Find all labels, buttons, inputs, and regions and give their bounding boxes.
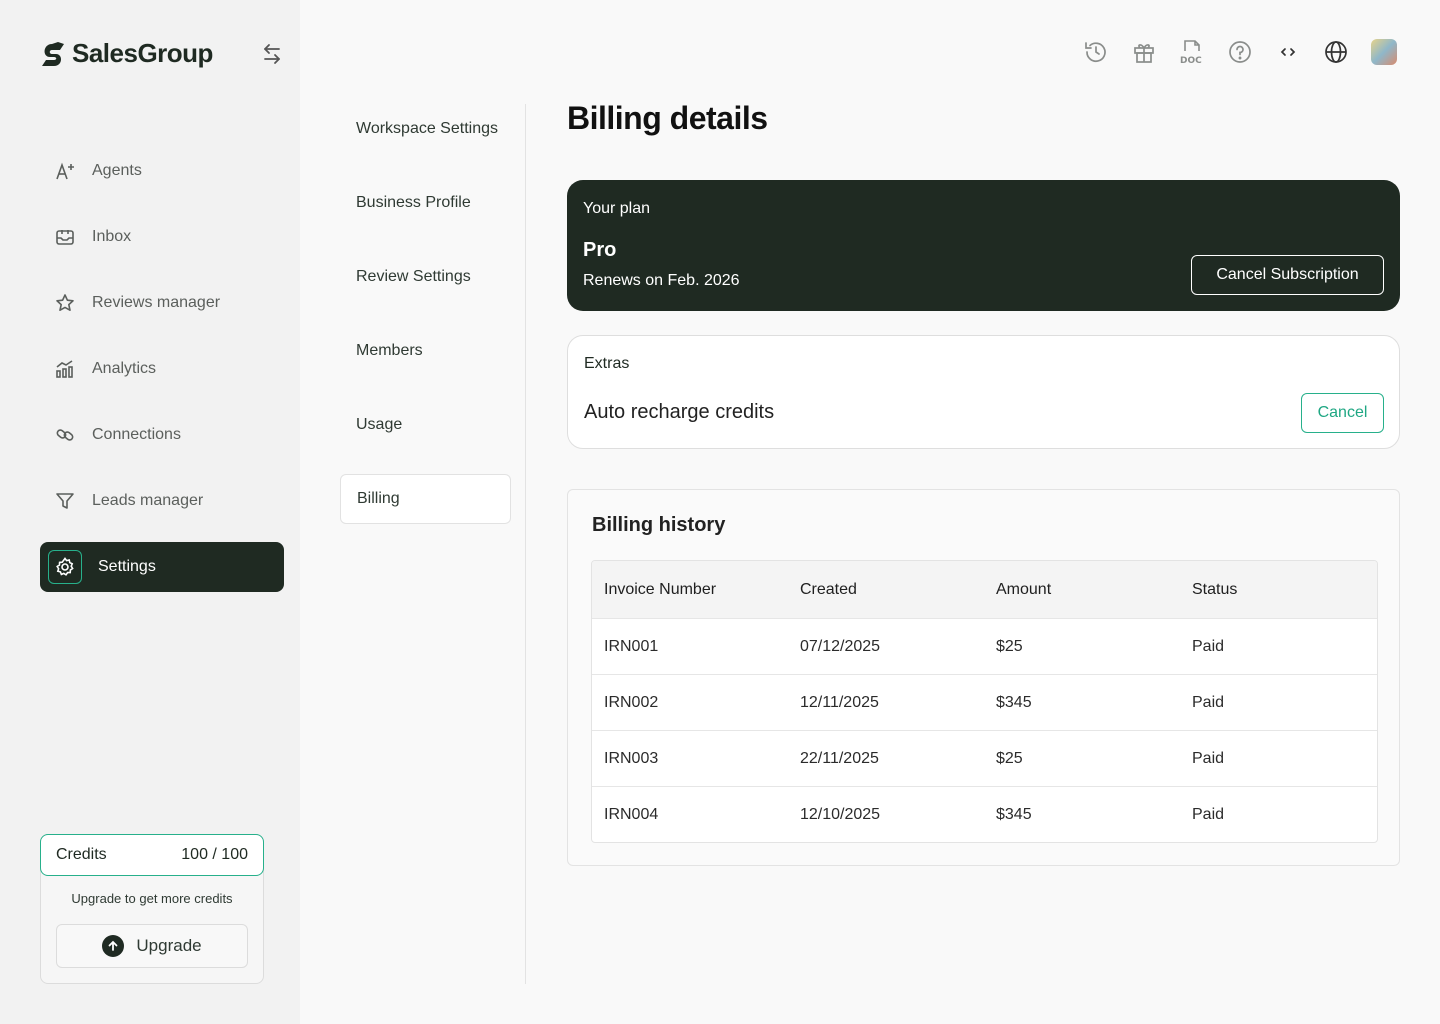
history-icon[interactable] [1080, 36, 1112, 68]
invoice-status: Paid [1192, 693, 1225, 711]
subnav-item-business-profile[interactable]: Business Profile [340, 178, 511, 228]
cancel-subscription-button[interactable]: Cancel Subscription [1191, 255, 1384, 295]
inbox-icon [54, 226, 76, 248]
billing-history-title: Billing history [592, 514, 726, 536]
cancel-auto-recharge-button[interactable]: Cancel [1301, 393, 1384, 433]
billing-main: Billing details Your plan Pro Renews on … [567, 100, 1400, 866]
gear-icon [48, 550, 82, 584]
doc-icon[interactable]: DOC [1176, 36, 1208, 68]
subnav-item-members[interactable]: Members [340, 326, 511, 376]
funnel-icon [54, 490, 76, 512]
billing-history-table: Invoice Number Created Amount Status IRN… [591, 560, 1378, 843]
ai-sparkle-icon [54, 160, 76, 182]
globe-icon[interactable] [1320, 36, 1352, 68]
brand-logo[interactable]: SalesGroup [40, 38, 213, 69]
column-header[interactable]: Created [788, 581, 984, 599]
table-row[interactable]: IRN002 12/11/2025 $345 Paid [592, 674, 1377, 730]
invoice-amount: $25 [996, 749, 1023, 767]
arrow-up-icon [102, 935, 125, 957]
column-header[interactable]: Status [1180, 581, 1376, 599]
sidebar-item-label: Leads manager [92, 492, 204, 509]
plan-renewal-date: Renews on Feb. 2026 [583, 272, 740, 289]
sidebar-item-analytics[interactable]: Analytics [40, 344, 284, 394]
gift-icon[interactable] [1128, 36, 1160, 68]
invoice-number: IRN004 [604, 805, 659, 823]
invoice-amount: $345 [996, 805, 1032, 823]
invoice-created: 12/10/2025 [800, 805, 881, 823]
sidebar-item-leads-manager[interactable]: Leads manager [40, 476, 284, 526]
column-header[interactable]: Invoice Number [592, 581, 788, 599]
sidebar-item-label: Agents [92, 162, 142, 179]
extras-card: Extras Auto recharge credits Cancel [567, 335, 1400, 449]
table-header-row: Invoice Number Created Amount Status [592, 561, 1377, 618]
sidebar-item-reviews-manager[interactable]: Reviews manager [40, 278, 284, 328]
sidebar-item-label: Inbox [92, 228, 132, 245]
main-nav: Agents Inbox Reviews manager Analytics C… [40, 146, 284, 608]
subnav-item-workspace-settings[interactable]: Workspace Settings [340, 104, 511, 154]
invoice-status: Paid [1192, 749, 1225, 767]
code-icon[interactable] [1272, 36, 1304, 68]
upgrade-button[interactable]: Upgrade [56, 924, 248, 968]
invoice-number: IRN001 [604, 637, 659, 655]
extras-label: Extras [584, 355, 630, 372]
billing-history-card: Billing history Invoice Number Created A… [567, 489, 1400, 866]
brand-name: SalesGroup [72, 38, 213, 68]
link-icon [54, 424, 76, 446]
invoice-status: Paid [1192, 805, 1225, 823]
credits-note: Upgrade to get more credits [71, 891, 233, 906]
invoice-amount: $25 [996, 637, 1023, 655]
table-row[interactable]: IRN003 22/11/2025 $25 Paid [592, 730, 1377, 786]
extras-item-auto-recharge: Auto recharge credits [584, 401, 775, 423]
sidebar-item-settings[interactable]: Settings [40, 542, 284, 592]
subnav-item-usage[interactable]: Usage [340, 400, 511, 450]
user-avatar[interactable] [1368, 36, 1400, 68]
plan-card: Your plan Pro Renews on Feb. 2026 Cancel… [567, 180, 1400, 311]
top-toolbar: DOC [1080, 36, 1400, 68]
sidebar-item-agents[interactable]: Agents [40, 146, 284, 196]
invoice-status: Paid [1192, 637, 1225, 655]
avatar [1371, 39, 1397, 65]
invoice-number: IRN003 [604, 749, 659, 767]
invoice-created: 12/11/2025 [800, 693, 879, 711]
sidebar-item-label: Analytics [92, 360, 157, 377]
upgrade-label: Upgrade [136, 936, 202, 955]
plan-label: Your plan [583, 200, 651, 217]
sidebar-item-inbox[interactable]: Inbox [40, 212, 284, 262]
svg-text:DOC: DOC [1180, 56, 1202, 66]
collapse-sidebar-button[interactable] [258, 40, 286, 68]
sidebar-item-label: Settings [98, 558, 156, 575]
subnav-item-review-settings[interactable]: Review Settings [340, 252, 511, 302]
sidebar: SalesGroup Agents Inbox Reviews manager [0, 0, 300, 1024]
invoice-created: 22/11/2025 [800, 749, 879, 767]
column-header[interactable]: Amount [984, 581, 1180, 599]
plan-name: Pro [583, 239, 617, 261]
invoice-created: 07/12/2025 [800, 637, 881, 655]
subnav-item-billing[interactable]: Billing [340, 474, 511, 524]
help-icon[interactable] [1224, 36, 1256, 68]
analytics-icon [54, 358, 76, 380]
credits-value: 100 / 100 [181, 846, 248, 863]
invoice-amount: $345 [996, 693, 1032, 711]
swap-arrows-icon [264, 44, 280, 64]
credits-label: Credits [56, 846, 107, 863]
sidebar-item-connections[interactable]: Connections [40, 410, 284, 460]
settings-subnav: Workspace Settings Business Profile Revi… [340, 104, 526, 984]
credits-card: Credits 100 / 100 Upgrade to get more cr… [40, 834, 264, 984]
sidebar-item-label: Connections [92, 426, 181, 443]
table-row[interactable]: IRN004 12/10/2025 $345 Paid [592, 786, 1377, 842]
credits-header: Credits 100 / 100 [40, 834, 264, 876]
sidebar-item-label: Reviews manager [92, 294, 221, 311]
invoice-number: IRN002 [604, 693, 659, 711]
table-row[interactable]: IRN001 07/12/2025 $25 Paid [592, 618, 1377, 674]
star-icon [54, 292, 76, 314]
page-title: Billing details [567, 100, 768, 136]
logo-icon [42, 41, 64, 66]
